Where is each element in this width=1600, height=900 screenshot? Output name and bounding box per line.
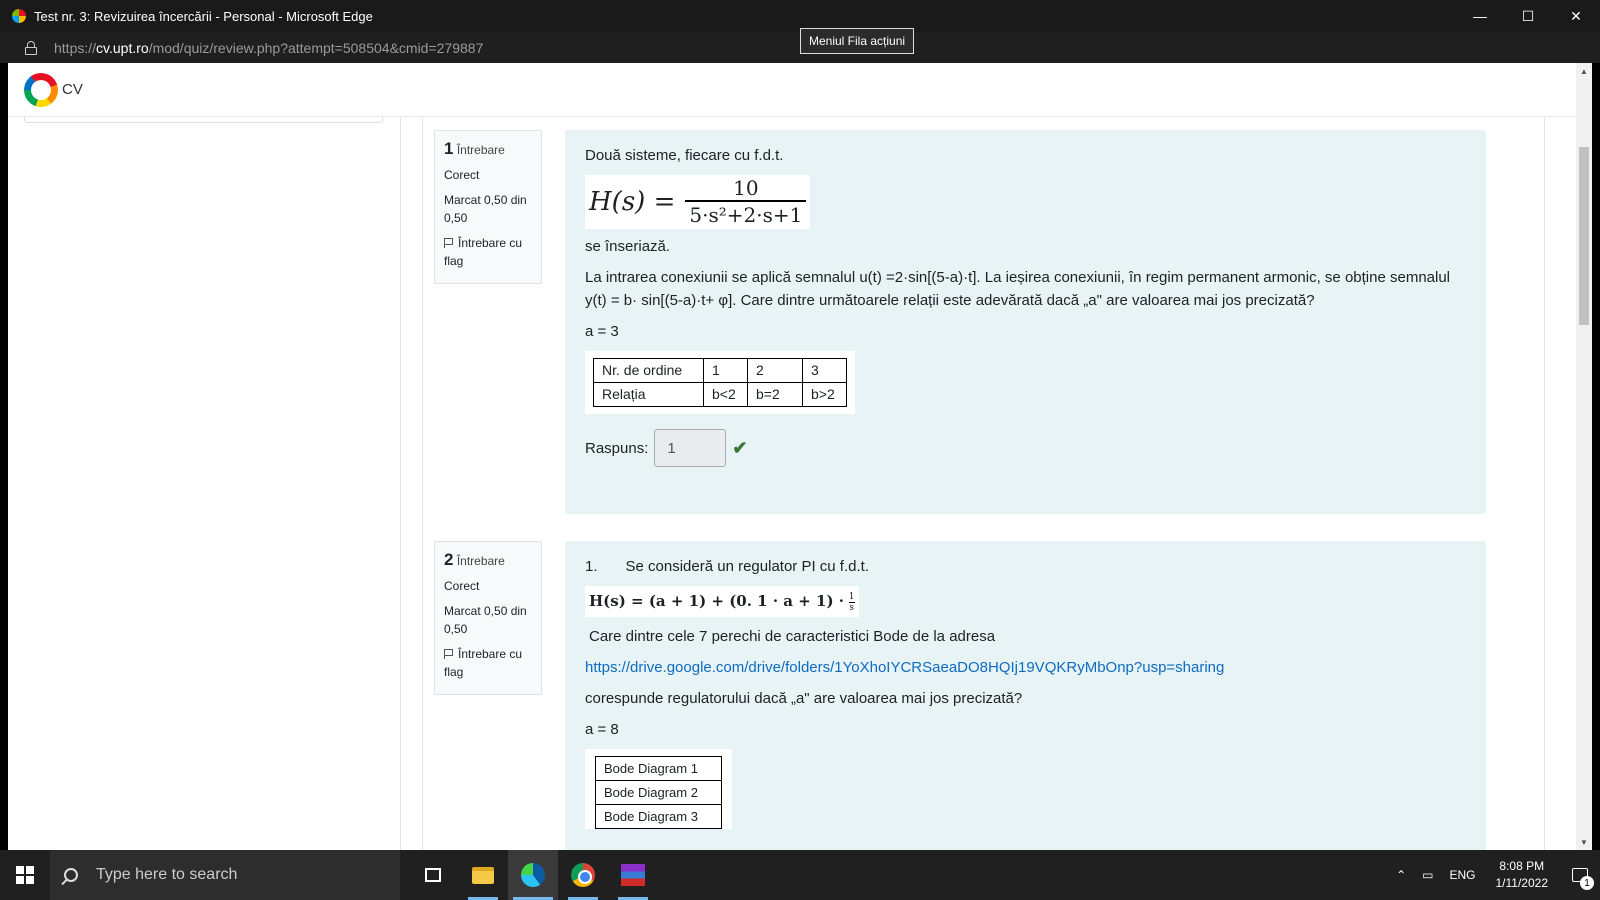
site-header: CV [8, 63, 1576, 117]
a-value: a = 3 [585, 323, 619, 340]
taskbar-search[interactable]: Type here to search [50, 850, 400, 900]
question-intro: 1. Se consideră un regulator PI cu f.d.t. [585, 558, 869, 575]
folder-icon [472, 866, 494, 884]
question-body: La intrarea conexiunii se aplică semnalu… [585, 269, 1451, 309]
flag-question-link[interactable]: Întrebare cu flag [444, 645, 532, 681]
site-logo-text[interactable]: CV [62, 81, 83, 98]
window-controls: — ☐ ✕ [1456, 0, 1600, 32]
google-drive-link[interactable]: https://drive.google.com/drive/folders/1… [585, 659, 1224, 676]
question-1-info: 1 Întrebare Corect Marcat 0,50 din 0,50 … [434, 130, 542, 284]
divider [422, 117, 423, 850]
table-row: Bode Diagram 1 [595, 756, 722, 781]
question-status: Corect [444, 168, 480, 182]
task-view-button[interactable] [408, 850, 458, 900]
browser-viewport: CV 1 Întrebare Corect Marcat 0,50 din 0,… [8, 63, 1592, 850]
language-indicator[interactable]: ENG [1449, 868, 1475, 882]
table-row: Relația b<2 b=2 b>2 [593, 382, 847, 407]
scroll-down-arrow-icon[interactable]: ▼ [1576, 834, 1592, 850]
question-label: Întrebare [456, 554, 505, 568]
a-value: a = 8 [585, 721, 619, 738]
bode-table: Bode Diagram 1 Bode Diagram 2 Bode Diagr… [585, 749, 732, 829]
start-button[interactable] [0, 850, 50, 900]
question-mark: Marcat 0,50 din 0,50 [444, 604, 527, 636]
pi-regulator-formula: H(s) = (a + 1) + (0. 1 · a + 1) · 1s [585, 586, 859, 617]
table-row: Bode Diagram 3 [595, 804, 722, 829]
lock-icon[interactable] [24, 40, 38, 55]
divider [1544, 117, 1545, 850]
question-2-info: 2 Întrebare Corect Marcat 0,50 din 0,50 … [434, 541, 542, 695]
flag-icon [444, 238, 453, 248]
chrome-taskbar-button[interactable] [558, 850, 608, 900]
relation-table: Nr. de ordine 1 2 3 Relația b<2 b=2 b>2 [585, 351, 855, 414]
taskbar: Type here to search ⌃ ▭ ENG 8:08 PM 1/11… [0, 850, 1600, 900]
chrome-icon [571, 863, 595, 887]
answer-input[interactable]: 1 [654, 429, 727, 467]
question-text: corespunde regulatorului dacă „a" are va… [585, 690, 1023, 707]
chevron-up-icon[interactable]: ⌃ [1396, 868, 1406, 882]
question-intro: Două sisteme, fiecare cu f.d.t. [585, 147, 784, 164]
table-row: Bode Diagram 2 [595, 780, 722, 805]
scroll-up-arrow-icon[interactable]: ▲ [1576, 63, 1592, 79]
edge-logo-icon [12, 9, 26, 23]
winrar-icon [621, 864, 645, 886]
answer-row: Raspuns: 1 ✔ [585, 429, 1466, 467]
question-number: 1 [444, 139, 454, 158]
question-1-content: Două sisteme, fiecare cu f.d.t. H(s) = 1… [565, 130, 1486, 514]
windows-logo-icon [16, 866, 34, 884]
window-title: Test nr. 3: Revizuirea încercării - Pers… [34, 8, 373, 24]
url-text[interactable]: https://cv.upt.ro/mod/quiz/review.php?at… [54, 40, 483, 56]
question-number: 2 [444, 550, 454, 569]
winrar-taskbar-button[interactable] [608, 850, 658, 900]
table-row: Nr. de ordine 1 2 3 [593, 358, 847, 383]
minimize-button[interactable]: — [1456, 0, 1504, 32]
question-label: Întrebare [456, 143, 505, 157]
tab-actions-tooltip: Meniul Fila acțiuni [800, 28, 915, 54]
task-view-icon [425, 868, 441, 882]
notification-badge: 1 [1580, 876, 1594, 890]
notification-button[interactable]: 1 [1560, 850, 1600, 900]
scrollbar-thumb[interactable] [1579, 147, 1589, 325]
flag-question-link[interactable]: Întrebare cu flag [444, 234, 532, 270]
edge-icon [521, 863, 545, 887]
transfer-function-formula: H(s) = 10 5·s²+2·s+1 [585, 175, 811, 229]
maximize-button[interactable]: ☐ [1504, 0, 1552, 32]
search-placeholder: Type here to search [96, 866, 238, 883]
question-status: Corect [444, 579, 480, 593]
cv-logo-icon[interactable] [24, 72, 58, 107]
question-2-content: 1. Se consideră un regulator PI cu f.d.t.… [565, 541, 1486, 850]
answer-label: Raspuns: [585, 439, 649, 457]
question-text: Care dintre cele 7 perechi de caracteris… [589, 628, 996, 645]
question-mark: Marcat 0,50 din 0,50 [444, 193, 527, 225]
file-explorer-button[interactable] [458, 850, 508, 900]
system-tray: ⌃ ▭ ENG 8:08 PM 1/11/2022 1 [1388, 850, 1600, 900]
question-text: se înseriază. [585, 238, 671, 255]
edge-taskbar-button[interactable] [508, 850, 558, 900]
flag-icon [444, 649, 453, 659]
divider [400, 117, 401, 850]
check-icon: ✔ [732, 437, 748, 458]
search-icon [64, 868, 78, 882]
meet-now-icon[interactable]: ▭ [1422, 868, 1433, 882]
clock[interactable]: 8:08 PM 1/11/2022 [1496, 858, 1549, 892]
vertical-scrollbar[interactable]: ▲ ▼ [1576, 63, 1592, 850]
close-button[interactable]: ✕ [1552, 0, 1600, 32]
